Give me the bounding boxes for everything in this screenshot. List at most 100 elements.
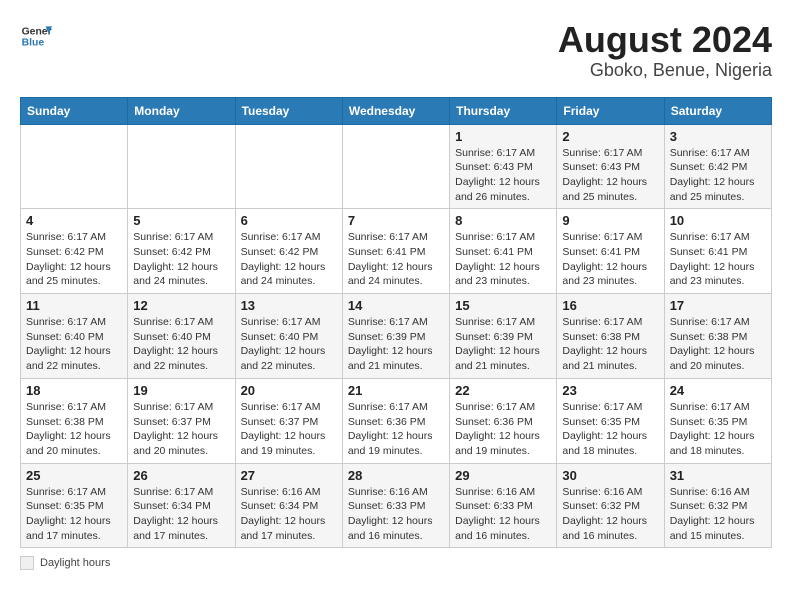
day-number: 27 [241,468,337,483]
day-cell: 28Sunrise: 6:16 AM Sunset: 6:33 PM Dayli… [342,463,449,548]
day-cell: 12 Sunrise: 6:17 AM Sunset: 6:40 PM Dayli… [128,294,235,379]
day-number: 29 [455,468,551,483]
day-cell: 10 Sunrise: 6:17 AM Sunset: 6:41 PM Dayli… [664,209,771,294]
day-number: 25 [26,468,122,483]
day-cell: 27 Sunrise: 6:16 AM Sunset: 6:34 PM Dayli… [235,463,342,548]
day-info: Sunrise: 6:17 AM Sunset: 6:42 PM Dayligh… [26,230,122,289]
page-subtitle: Gboko, Benue, Nigeria [558,60,772,81]
day-info: Sunrise: 6:17 AM Sunset: 6:41 PM Dayligh… [562,230,658,289]
day-cell [21,124,128,209]
day-number: 9 [562,213,658,228]
day-info: Sunrise: 6:17 AM Sunset: 6:43 PM Dayligh… [455,146,551,205]
day-cell: 5 Sunrise: 6:17 AM Sunset: 6:42 PM Daylig… [128,209,235,294]
day-info: Sunrise: 6:17 AM Sunset: 6:39 PM Dayligh… [348,315,444,374]
day-number: 23 [562,383,658,398]
day-number: 15 [455,298,551,313]
day-cell: 25Sunrise: 6:17 AM Sunset: 6:35 PM Dayli… [21,463,128,548]
day-cell: 30 Sunrise: 6:16 AM Sunset: 6:32 PM Dayli… [557,463,664,548]
day-cell: 11Sunrise: 6:17 AM Sunset: 6:40 PM Dayli… [21,294,128,379]
week-row-5: 25Sunrise: 6:17 AM Sunset: 6:35 PM Dayli… [21,463,772,548]
day-number: 16 [562,298,658,313]
logo-icon: General Blue [20,20,52,52]
day-info: Sunrise: 6:16 AM Sunset: 6:32 PM Dayligh… [670,485,766,544]
day-number: 14 [348,298,444,313]
day-info: Sunrise: 6:17 AM Sunset: 6:38 PM Dayligh… [562,315,658,374]
day-cell: 26 Sunrise: 6:17 AM Sunset: 6:34 PM Dayli… [128,463,235,548]
title-block: August 2024 Gboko, Benue, Nigeria [558,20,772,81]
day-info: Sunrise: 6:17 AM Sunset: 6:34 PM Dayligh… [133,485,229,544]
day-cell: 21 Sunrise: 6:17 AM Sunset: 6:36 PM Dayli… [342,378,449,463]
week-row-3: 11Sunrise: 6:17 AM Sunset: 6:40 PM Dayli… [21,294,772,379]
week-row-4: 18Sunrise: 6:17 AM Sunset: 6:38 PM Dayli… [21,378,772,463]
day-info: Sunrise: 6:17 AM Sunset: 6:42 PM Dayligh… [241,230,337,289]
day-cell: 7Sunrise: 6:17 AM Sunset: 6:41 PM Daylig… [342,209,449,294]
day-number: 5 [133,213,229,228]
day-info: Sunrise: 6:17 AM Sunset: 6:42 PM Dayligh… [133,230,229,289]
week-row-1: 1 Sunrise: 6:17 AM Sunset: 6:43 PM Daylig… [21,124,772,209]
day-number: 13 [241,298,337,313]
day-info: Sunrise: 6:16 AM Sunset: 6:33 PM Dayligh… [348,485,444,544]
day-cell: 23 Sunrise: 6:17 AM Sunset: 6:35 PM Dayli… [557,378,664,463]
day-cell: 29 Sunrise: 6:16 AM Sunset: 6:33 PM Dayli… [450,463,557,548]
day-cell: 16 Sunrise: 6:17 AM Sunset: 6:38 PM Dayli… [557,294,664,379]
day-cell: 4 Sunrise: 6:17 AM Sunset: 6:42 PM Daylig… [21,209,128,294]
day-info: Sunrise: 6:16 AM Sunset: 6:34 PM Dayligh… [241,485,337,544]
footnote: Daylight hours [20,556,772,570]
day-cell: 9 Sunrise: 6:17 AM Sunset: 6:41 PM Daylig… [557,209,664,294]
day-cell: 13 Sunrise: 6:17 AM Sunset: 6:40 PM Dayli… [235,294,342,379]
day-info: Sunrise: 6:17 AM Sunset: 6:40 PM Dayligh… [241,315,337,374]
day-number: 18 [26,383,122,398]
day-cell: 2Sunrise: 6:17 AM Sunset: 6:43 PM Daylig… [557,124,664,209]
day-number: 12 [133,298,229,313]
day-info: Sunrise: 6:17 AM Sunset: 6:38 PM Dayligh… [670,315,766,374]
weekday-header-thursday: Thursday [450,97,557,124]
day-cell: 18Sunrise: 6:17 AM Sunset: 6:38 PM Dayli… [21,378,128,463]
day-info: Sunrise: 6:17 AM Sunset: 6:36 PM Dayligh… [348,400,444,459]
day-info: Sunrise: 6:17 AM Sunset: 6:35 PM Dayligh… [670,400,766,459]
day-info: Sunrise: 6:17 AM Sunset: 6:40 PM Dayligh… [133,315,229,374]
weekday-header-sunday: Sunday [21,97,128,124]
day-cell: 17Sunrise: 6:17 AM Sunset: 6:38 PM Dayli… [664,294,771,379]
day-cell: 3Sunrise: 6:17 AM Sunset: 6:42 PM Daylig… [664,124,771,209]
day-cell: 6 Sunrise: 6:17 AM Sunset: 6:42 PM Daylig… [235,209,342,294]
day-number: 19 [133,383,229,398]
day-info: Sunrise: 6:16 AM Sunset: 6:33 PM Dayligh… [455,485,551,544]
day-number: 24 [670,383,766,398]
day-number: 20 [241,383,337,398]
day-info: Sunrise: 6:16 AM Sunset: 6:32 PM Dayligh… [562,485,658,544]
day-info: Sunrise: 6:17 AM Sunset: 6:40 PM Dayligh… [26,315,122,374]
day-info: Sunrise: 6:17 AM Sunset: 6:39 PM Dayligh… [455,315,551,374]
footnote-text: Daylight hours [40,557,110,569]
day-number: 31 [670,468,766,483]
day-info: Sunrise: 6:17 AM Sunset: 6:41 PM Dayligh… [455,230,551,289]
day-cell: 22Sunrise: 6:17 AM Sunset: 6:36 PM Dayli… [450,378,557,463]
svg-text:Blue: Blue [22,38,45,49]
day-number: 2 [562,129,658,144]
day-info: Sunrise: 6:17 AM Sunset: 6:41 PM Dayligh… [670,230,766,289]
day-number: 1 [455,129,551,144]
day-cell: 20 Sunrise: 6:17 AM Sunset: 6:37 PM Dayli… [235,378,342,463]
day-cell: 15 Sunrise: 6:17 AM Sunset: 6:39 PM Dayli… [450,294,557,379]
logo: General Blue [20,20,52,52]
week-row-2: 4 Sunrise: 6:17 AM Sunset: 6:42 PM Daylig… [21,209,772,294]
day-number: 8 [455,213,551,228]
day-number: 26 [133,468,229,483]
day-info: Sunrise: 6:17 AM Sunset: 6:37 PM Dayligh… [241,400,337,459]
day-info: Sunrise: 6:17 AM Sunset: 6:35 PM Dayligh… [562,400,658,459]
day-cell [342,124,449,209]
day-number: 3 [670,129,766,144]
day-info: Sunrise: 6:17 AM Sunset: 6:37 PM Dayligh… [133,400,229,459]
day-cell: 14 Sunrise: 6:17 AM Sunset: 6:39 PM Dayli… [342,294,449,379]
day-number: 4 [26,213,122,228]
day-cell: 1 Sunrise: 6:17 AM Sunset: 6:43 PM Daylig… [450,124,557,209]
day-info: Sunrise: 6:17 AM Sunset: 6:36 PM Dayligh… [455,400,551,459]
weekday-header-wednesday: Wednesday [342,97,449,124]
weekday-header-saturday: Saturday [664,97,771,124]
day-number: 10 [670,213,766,228]
day-number: 7 [348,213,444,228]
day-number: 21 [348,383,444,398]
day-number: 6 [241,213,337,228]
calendar-table: SundayMondayTuesdayWednesdayThursdayFrid… [20,97,772,549]
day-cell: 24 Sunrise: 6:17 AM Sunset: 6:35 PM Dayli… [664,378,771,463]
day-number: 30 [562,468,658,483]
